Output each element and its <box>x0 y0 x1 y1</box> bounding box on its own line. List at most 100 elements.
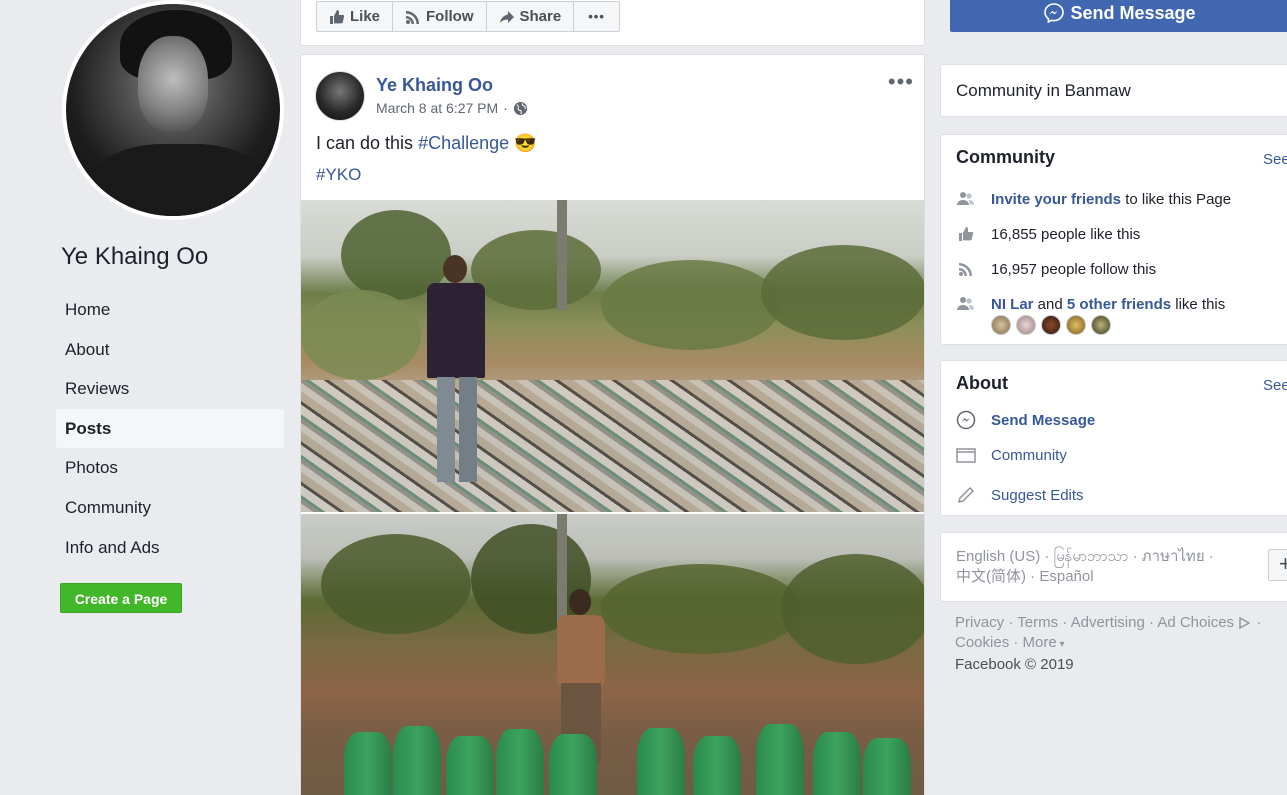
like-this-text: like this <box>1171 295 1226 313</box>
and-text: and <box>1033 295 1067 313</box>
tree <box>301 290 421 380</box>
like-button[interactable]: Like <box>317 2 394 31</box>
nav-item-photos[interactable]: Photos <box>56 448 284 488</box>
footer-more-link[interactable]: More <box>1023 634 1057 651</box>
trash-bag <box>637 728 685 795</box>
nav-item-about[interactable]: About <box>56 330 284 370</box>
messenger-icon <box>1044 3 1065 23</box>
globe-icon <box>513 101 527 115</box>
trash-bag <box>813 732 861 795</box>
footer-copyright: Facebook © 2019 <box>955 656 1074 673</box>
footer-ad-choices-link[interactable]: Ad Choices <box>1157 614 1234 631</box>
about-send-message-row[interactable]: Send Message <box>956 410 1095 430</box>
post-meta: March 8 at 6:27 PM · <box>376 100 528 116</box>
tree <box>761 245 924 340</box>
about-see-all-link[interactable]: See <box>1263 377 1287 394</box>
suggest-edits-row[interactable]: Suggest Edits <box>956 485 1084 505</box>
follow-button[interactable]: Follow <box>393 2 487 31</box>
hashtag-yko[interactable]: #YKO <box>316 165 361 185</box>
profile-body <box>94 144 264 216</box>
sunglasses-emoji-icon: 😎 <box>514 133 537 153</box>
trash-bag <box>446 736 494 795</box>
like-label: Like <box>350 8 381 25</box>
footer-cookies-link[interactable]: Cookies <box>955 634 1009 651</box>
community-heading: Community <box>956 147 1055 167</box>
footer-advertising-link[interactable]: Advertising <box>1071 614 1145 631</box>
invite-friends-link[interactable]: Invite your friends <box>991 191 1121 208</box>
suggest-edits-link[interactable]: Suggest Edits <box>991 487 1084 504</box>
ad-choices-icon <box>1239 616 1251 630</box>
nav-item-reviews[interactable]: Reviews <box>56 369 284 409</box>
tree <box>781 554 924 664</box>
language-thai[interactable]: ภาษาไทย <box>1142 548 1205 565</box>
language-english[interactable]: English (US) <box>956 548 1040 565</box>
post-author-avatar[interactable] <box>315 71 365 121</box>
about-send-message-link[interactable]: Send Message <box>991 412 1095 429</box>
language-myanmar[interactable]: မြန်မာဘာသာ <box>1054 548 1129 565</box>
profile-face <box>138 36 208 132</box>
hashtag-challenge[interactable]: #Challenge <box>418 133 509 153</box>
about-category-row[interactable]: Community <box>956 445 1067 465</box>
share-button[interactable]: Share <box>487 2 575 31</box>
messenger-icon <box>956 410 976 430</box>
likes-row: 16,855 people like this <box>956 224 1140 244</box>
trash-bag <box>693 736 741 795</box>
add-language-button[interactable]: + <box>1268 549 1287 581</box>
friends-like-row: NI Lar and 5 other friends like this <box>956 294 1225 314</box>
create-page-button[interactable]: Create a Page <box>60 583 182 613</box>
post-timestamp[interactable]: March 8 at 6:27 PM <box>376 100 498 116</box>
post-card: Ye Khaing Oo March 8 at 6:27 PM · ••• I … <box>300 54 925 795</box>
community-see-all-link[interactable]: See <box>1263 151 1287 168</box>
post-author-name[interactable]: Ye Khaing Oo <box>376 75 493 96</box>
nav-item-community[interactable]: Community <box>56 488 284 528</box>
community-in-card: Community in Banmaw <box>940 64 1287 117</box>
utility-pole <box>557 200 567 310</box>
follow-label: Follow <box>426 8 474 25</box>
more-options-button[interactable]: ••• <box>574 2 619 31</box>
about-category-link[interactable]: Community <box>991 447 1067 464</box>
friend-avatar[interactable] <box>1091 315 1111 335</box>
page-title[interactable]: Ye Khaing Oo <box>61 243 208 271</box>
friend-avatar[interactable] <box>991 315 1011 335</box>
friend-avatar[interactable] <box>1041 315 1061 335</box>
rss-icon <box>406 10 420 24</box>
language-list: English (US) · မြန်မာဘာသာ · ภาษาไทย · 中文… <box>956 548 1214 585</box>
footer-privacy-link[interactable]: Privacy <box>955 614 1004 631</box>
garbage-field <box>301 380 924 512</box>
footer-terms-link[interactable]: Terms <box>1017 614 1058 631</box>
language-chinese[interactable]: 中文(简体) <box>956 568 1026 585</box>
thumbs-up-icon <box>330 9 345 24</box>
post-options-button[interactable]: ••• <box>888 69 914 95</box>
site-footer: Privacy · Terms · Advertising · Ad Choic… <box>955 614 1262 673</box>
post-photo-before[interactable] <box>301 200 924 512</box>
friends-icon <box>956 294 976 314</box>
tree <box>321 534 471 634</box>
nav-item-posts[interactable]: Posts <box>56 408 284 449</box>
profile-picture[interactable] <box>62 0 284 220</box>
action-button-group: Like Follow Share ••• <box>316 1 620 32</box>
tree <box>601 260 781 350</box>
tree <box>601 564 801 654</box>
other-friends-link[interactable]: 5 other friends <box>1067 296 1171 313</box>
nav-item-info-and-ads[interactable]: Info and Ads <box>56 528 284 568</box>
follows-row: 16,957 people follow this <box>956 259 1156 279</box>
friend-name-link[interactable]: NI Lar <box>991 296 1034 313</box>
invite-friends-row: Invite your friends to like this Page <box>956 189 1231 209</box>
language-spanish[interactable]: Español <box>1039 568 1093 585</box>
page-action-bar: Like Follow Share ••• <box>300 0 925 46</box>
nav-item-home[interactable]: Home <box>56 290 284 330</box>
send-message-button[interactable]: Send Message <box>950 0 1287 32</box>
post-photo-after[interactable] <box>301 514 924 795</box>
trash-bag <box>549 734 597 795</box>
trash-bag <box>496 729 544 795</box>
invite-friends-text: to like this Page <box>1121 190 1232 208</box>
send-message-label: Send Message <box>1070 2 1196 23</box>
post-text-body: I can do this <box>316 133 419 153</box>
pencil-icon <box>956 485 976 505</box>
community-in-title[interactable]: Community in Banmaw <box>956 81 1131 101</box>
friend-avatar[interactable] <box>1066 315 1086 335</box>
rss-icon <box>956 259 976 279</box>
share-arrow-icon <box>499 10 514 23</box>
friend-avatar[interactable] <box>1016 315 1036 335</box>
about-heading: About <box>956 373 1008 393</box>
